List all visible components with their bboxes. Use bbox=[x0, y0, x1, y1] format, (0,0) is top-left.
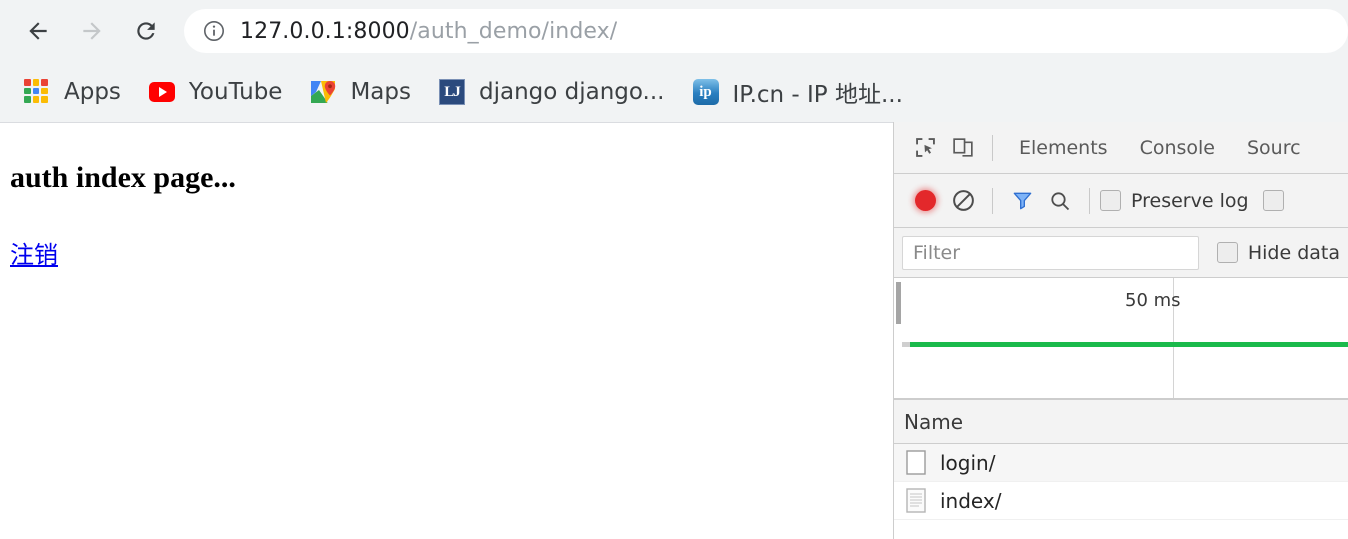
toolbar-divider bbox=[992, 134, 993, 161]
bookmark-youtube[interactable]: YouTube bbox=[139, 72, 293, 112]
request-name: index/ bbox=[940, 488, 1002, 513]
url-path: /auth_demo/index/ bbox=[409, 18, 618, 44]
bookmark-apps[interactable]: Apps bbox=[14, 72, 131, 112]
column-header-name: Name bbox=[904, 409, 964, 434]
browser-window: 127.0.0.1:8000/auth_demo/index/ Apps You… bbox=[0, 0, 1348, 539]
inspect-element-icon bbox=[915, 138, 935, 157]
timeline-green-bar bbox=[910, 342, 1348, 347]
tab-console[interactable]: Console bbox=[1124, 137, 1231, 159]
hide-data-urls-label: Hide data bbox=[1247, 241, 1340, 264]
forward-arrow-icon bbox=[83, 22, 101, 40]
devtools-tabbar: Elements Console Sourc bbox=[894, 122, 1348, 174]
funnel-filter-icon bbox=[1013, 192, 1031, 210]
clear-button[interactable] bbox=[944, 182, 982, 220]
search-icon bbox=[1051, 191, 1070, 210]
device-toolbar-button[interactable] bbox=[944, 129, 982, 167]
reload-button[interactable] bbox=[124, 9, 168, 53]
ipcn-icon: ip bbox=[692, 79, 719, 105]
toolbar-divider bbox=[992, 187, 993, 214]
device-toolbar-icon bbox=[952, 138, 973, 157]
request-name: login/ bbox=[940, 450, 996, 475]
filter-input[interactable]: Filter bbox=[902, 235, 1199, 270]
back-arrow-icon bbox=[29, 22, 47, 40]
preserve-log-label: Preserve log bbox=[1131, 189, 1249, 212]
page-content: auth index page... 注销 bbox=[0, 122, 893, 539]
tab-elements[interactable]: Elements bbox=[1003, 137, 1124, 159]
bookmarks-bar: Apps YouTube Maps LJ django django... ip… bbox=[0, 62, 1348, 122]
back-button[interactable] bbox=[16, 9, 60, 53]
browser-toolbar: 127.0.0.1:8000/auth_demo/index/ bbox=[0, 0, 1348, 62]
forward-button[interactable] bbox=[70, 9, 114, 53]
timeline-scroll-handle[interactable] bbox=[896, 282, 901, 324]
network-overview-timeline[interactable]: 50 ms bbox=[894, 278, 1348, 400]
bookmark-label: YouTube bbox=[188, 79, 283, 105]
network-toolbar: Preserve log bbox=[894, 174, 1348, 228]
bookmark-label: Maps bbox=[350, 79, 411, 105]
youtube-icon bbox=[148, 79, 175, 105]
devtools-panel: Elements Console Sourc Preserve log Filt… bbox=[893, 122, 1348, 539]
tab-sources[interactable]: Sourc bbox=[1231, 137, 1317, 159]
timeline-time-label: 50 ms bbox=[1125, 290, 1181, 311]
preserve-log-checkbox[interactable] bbox=[1100, 190, 1121, 211]
bookmark-ipcn[interactable]: ip IP.cn - IP 地址... bbox=[683, 72, 913, 112]
address-bar[interactable]: 127.0.0.1:8000/auth_demo/index/ bbox=[184, 9, 1348, 53]
disable-cache-checkbox[interactable] bbox=[1262, 190, 1284, 211]
timeline-bar-stub bbox=[902, 342, 910, 347]
search-button[interactable] bbox=[1041, 182, 1079, 220]
info-circle-icon[interactable] bbox=[202, 19, 226, 43]
address-bar-url: 127.0.0.1:8000/auth_demo/index/ bbox=[240, 19, 617, 44]
table-row[interactable]: login/ bbox=[894, 444, 1348, 482]
filter-toggle-button[interactable] bbox=[1003, 182, 1041, 220]
filter-bar: Filter Hide data bbox=[894, 228, 1348, 278]
hide-data-urls-control[interactable]: Hide data bbox=[1216, 241, 1340, 264]
inspect-element-button[interactable] bbox=[906, 129, 944, 167]
page-title: auth index page... bbox=[10, 161, 236, 194]
apps-grid-icon bbox=[24, 79, 50, 105]
url-host: 127.0.0.1:8000 bbox=[240, 18, 410, 44]
network-table-header: Name bbox=[894, 400, 1348, 444]
bookmark-label: Apps bbox=[64, 79, 121, 105]
clear-no-entry-icon bbox=[952, 190, 974, 211]
bookmark-label: django django... bbox=[478, 79, 665, 105]
hide-data-urls-checkbox[interactable] bbox=[1216, 242, 1238, 263]
record-button[interactable] bbox=[906, 182, 944, 220]
toolbar-divider bbox=[1089, 187, 1090, 214]
bookmark-label: IP.cn - IP 地址... bbox=[732, 82, 903, 108]
blank-document-icon bbox=[906, 449, 926, 475]
lined-document-icon bbox=[906, 487, 926, 513]
bookmark-maps[interactable]: Maps bbox=[300, 72, 421, 112]
django-lj-icon: LJ bbox=[438, 79, 465, 105]
logout-link[interactable]: 注销 bbox=[10, 235, 58, 270]
table-row[interactable]: index/ bbox=[894, 482, 1348, 520]
reload-icon bbox=[137, 22, 155, 40]
record-icon bbox=[914, 190, 936, 211]
bookmark-django[interactable]: LJ django django... bbox=[429, 72, 675, 112]
google-maps-icon bbox=[310, 79, 336, 105]
